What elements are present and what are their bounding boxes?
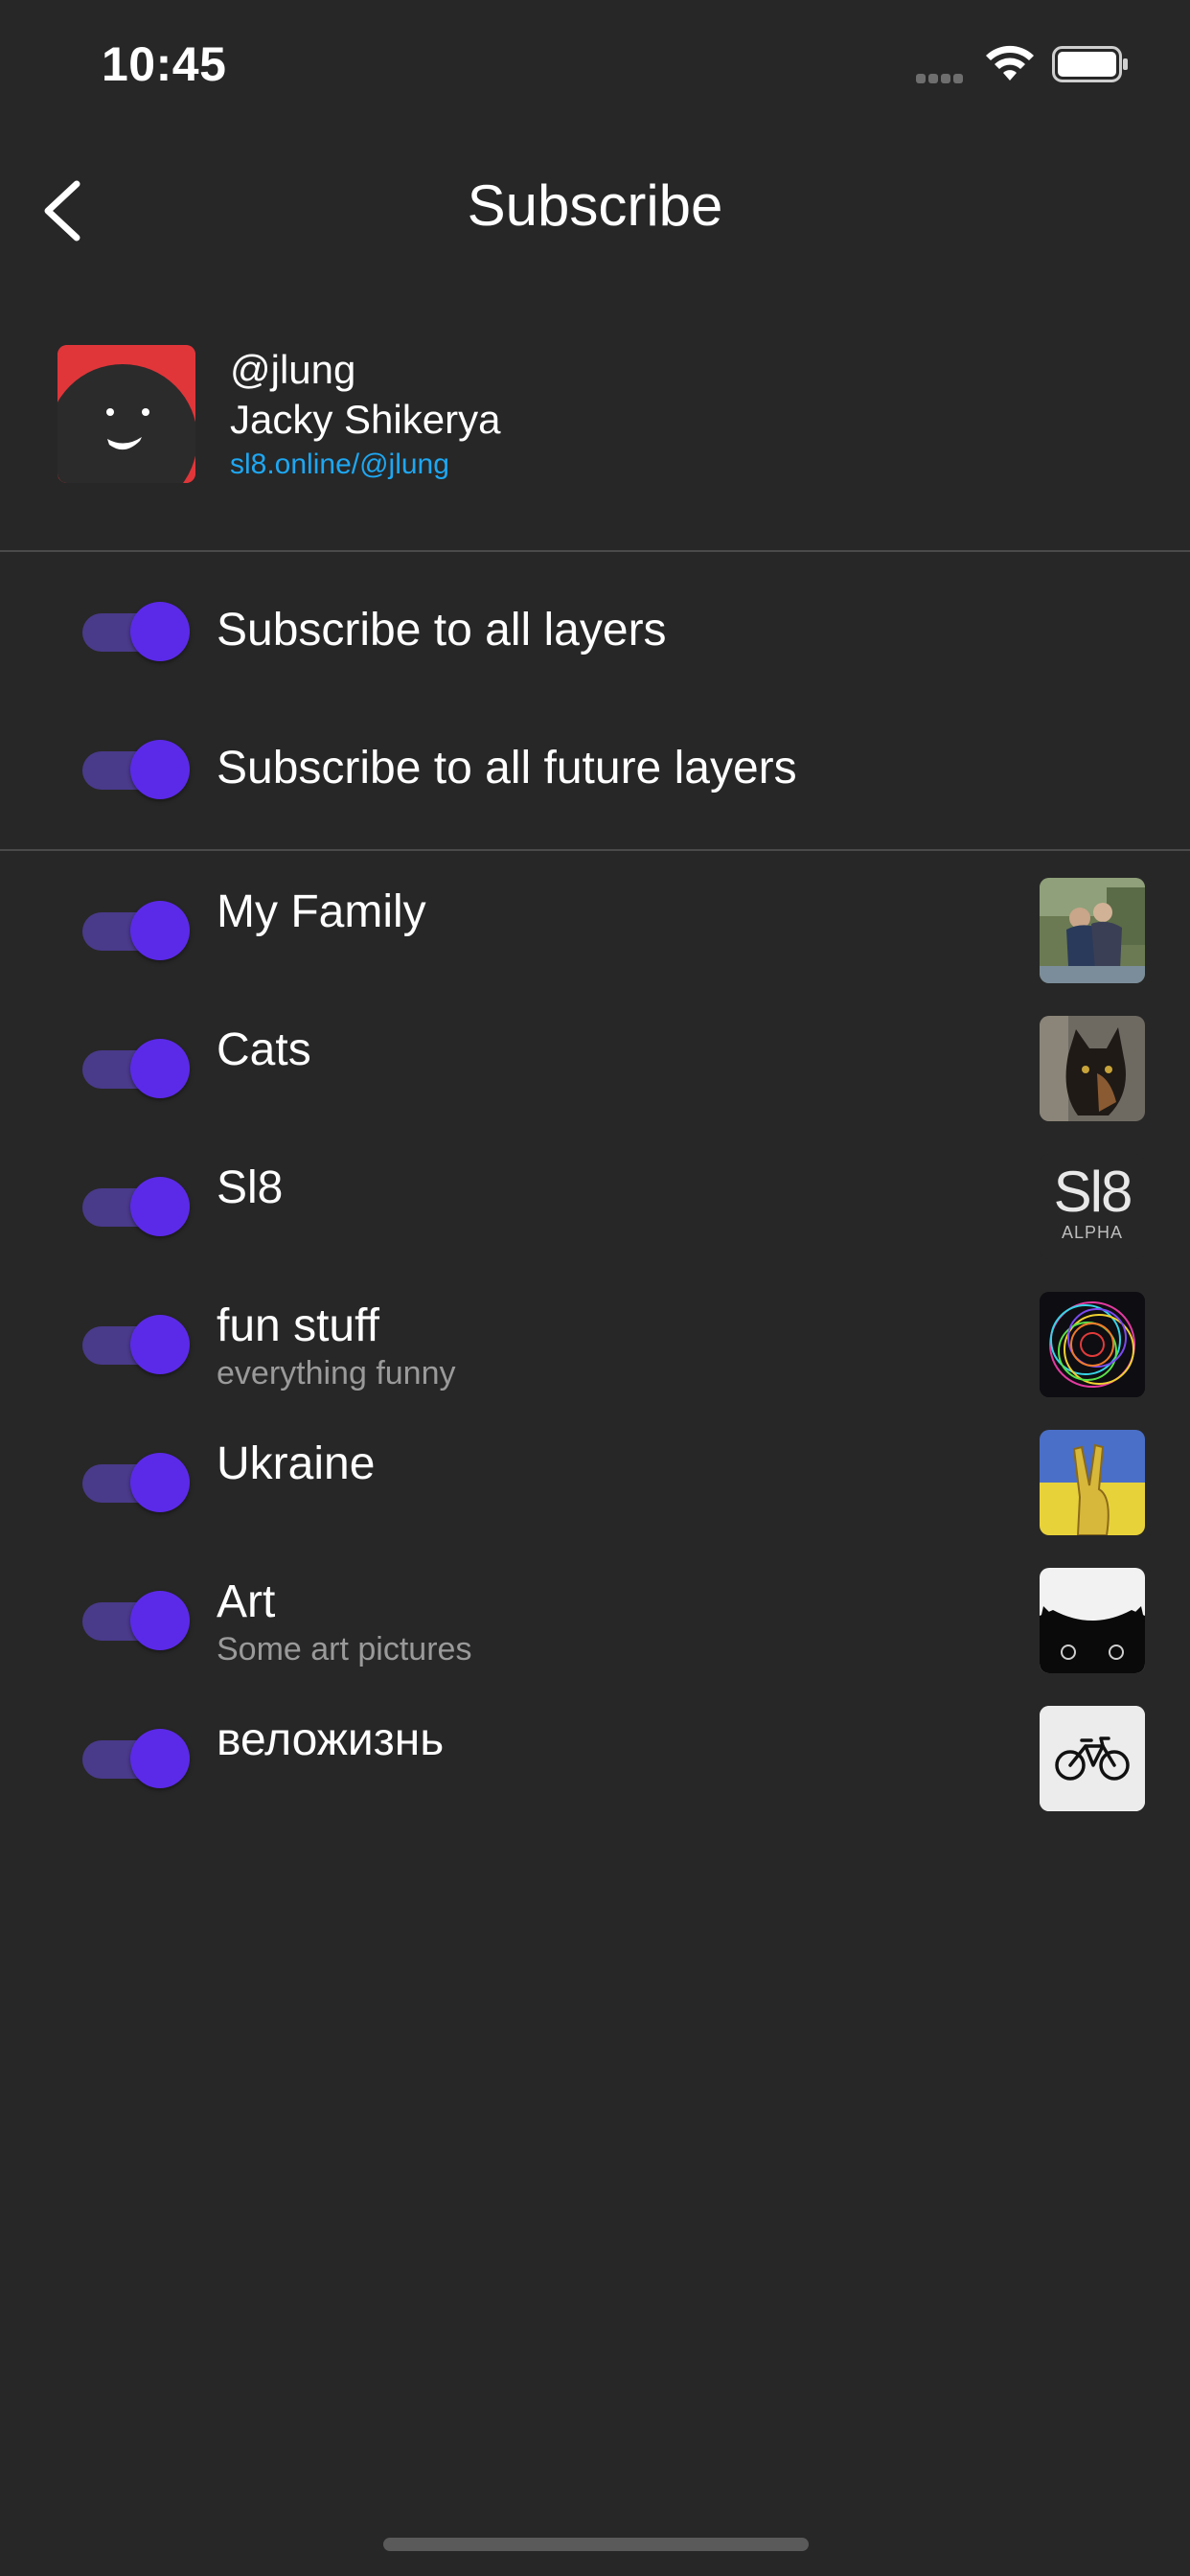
toggle-layer-ukraine[interactable]	[82, 1453, 190, 1512]
wifi-icon	[986, 45, 1034, 80]
cellular-signal-icon	[916, 71, 970, 83]
profile-link[interactable]: sl8.online/@jlung	[230, 448, 449, 481]
layer-thumbnail-spiral-art	[1040, 1292, 1145, 1397]
sl8-logo-subtext: ALPHA	[1061, 1223, 1124, 1242]
divider	[0, 550, 1190, 552]
subscribe-future-layers-label: Subscribe to all future layers	[217, 743, 797, 794]
toggle-subscribe-future-layers[interactable]	[82, 740, 190, 799]
avatar[interactable]	[57, 345, 195, 483]
status-bar: 10:45	[0, 0, 1190, 125]
layer-subtitle: everything funny	[217, 1355, 456, 1392]
profile-handle: @jlung	[230, 347, 356, 392]
layer-thumbnail-cat-photo	[1040, 1016, 1145, 1121]
toggle-subscribe-all-layers[interactable]	[82, 602, 190, 661]
toggle-layer-art[interactable]	[82, 1591, 190, 1650]
status-time: 10:45	[102, 37, 227, 91]
profile-name: Jacky Shikerya	[230, 397, 501, 442]
layer-label: Cats	[217, 1024, 311, 1075]
home-indicator	[383, 2538, 809, 2551]
layer-label: Ukraine	[217, 1438, 376, 1489]
navigation-bar: Subscribe	[0, 144, 1190, 268]
subscribe-all-layers-label: Subscribe to all layers	[217, 605, 667, 656]
layer-thumbnail-bicycle-icon	[1040, 1706, 1145, 1811]
divider	[0, 849, 1190, 851]
toggle-layer-fun-stuff[interactable]	[82, 1315, 190, 1374]
battery-icon	[1052, 46, 1128, 82]
toggle-layer-cats[interactable]	[82, 1039, 190, 1098]
layer-thumbnail-family-photo	[1040, 878, 1145, 983]
toggle-layer-my-family[interactable]	[82, 901, 190, 960]
layer-subtitle: Some art pictures	[217, 1631, 472, 1668]
toggle-layer-sl8[interactable]	[82, 1177, 190, 1236]
layer-thumbnail-sl8-logo: Sl8 ALPHA	[1040, 1154, 1145, 1259]
profile-header: @jlung Jacky Shikerya sl8.online/@jlung	[0, 343, 1190, 487]
layer-thumbnail-black-cat-art	[1040, 1568, 1145, 1673]
sl8-logo-text: Sl8	[1053, 1160, 1133, 1224]
layer-label: Sl8	[217, 1162, 284, 1213]
layer-label: My Family	[217, 886, 426, 937]
layer-thumbnail-ukraine-peace-hand	[1040, 1430, 1145, 1535]
toggle-layer-velozhizn[interactable]	[82, 1729, 190, 1788]
layer-label: веложизнь	[217, 1714, 445, 1765]
page-title: Subscribe	[467, 173, 723, 238]
layer-label: fun stuff	[217, 1300, 379, 1351]
layer-label: Art	[217, 1576, 276, 1627]
